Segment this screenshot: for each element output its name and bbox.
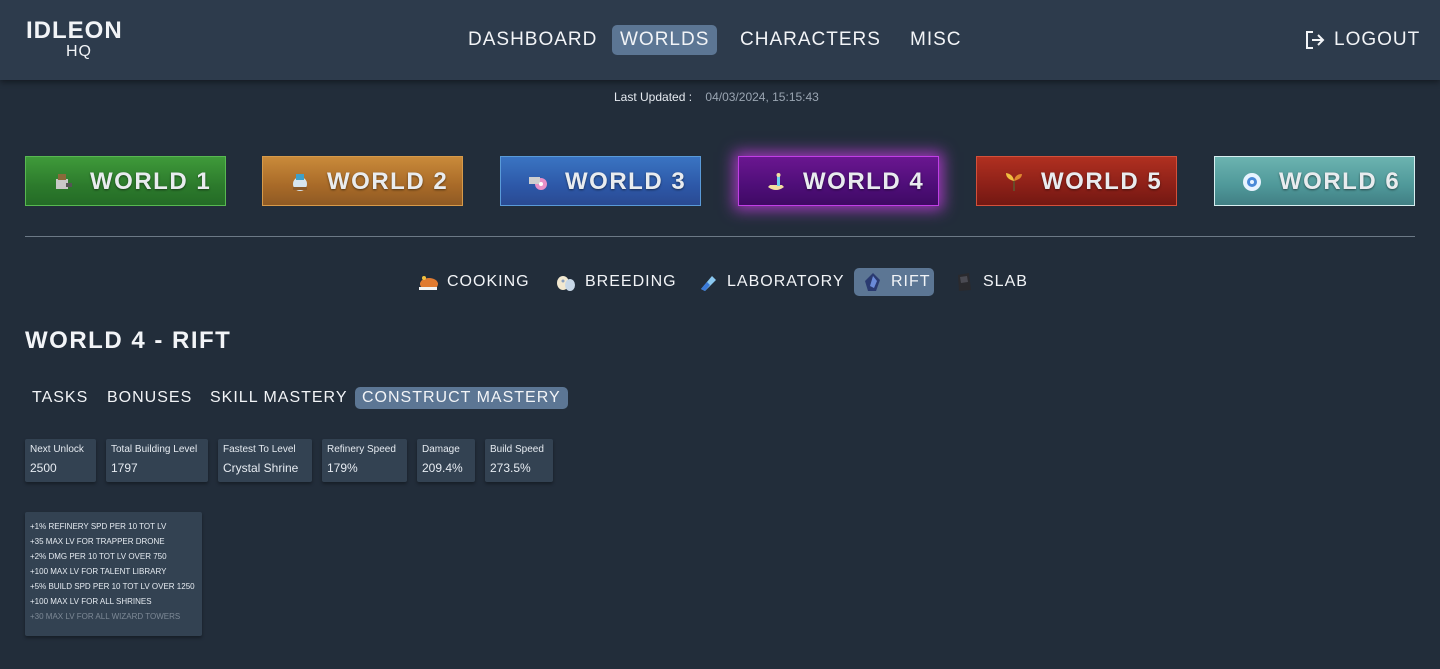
stat-value: 273.5% <box>490 461 531 475</box>
bonus-item: +100 MAX LV FOR ALL SHRINES <box>30 597 152 606</box>
stat-value: 2500 <box>30 461 57 475</box>
world-1-button[interactable]: WORLD 1 <box>25 156 226 206</box>
subnav-slab[interactable]: SLAB <box>953 268 1028 296</box>
app-logo[interactable]: IDLEON HQ <box>26 18 126 61</box>
bonus-item-locked: +30 MAX LV FOR ALL WIZARD TOWERS <box>30 612 181 621</box>
stat-value: Crystal Shrine <box>223 461 299 475</box>
tab-skill-mastery[interactable]: SKILL MASTERY <box>203 387 355 409</box>
world-6-button[interactable]: WORLD 6 <box>1214 156 1415 206</box>
egg-icon <box>557 276 575 291</box>
subnav-laboratory[interactable]: LABORATORY <box>697 268 844 296</box>
stat-card-refinery-speed: Refinery Speed 179% <box>322 439 407 482</box>
page-title: WORLD 4 - RIFT <box>25 327 232 354</box>
nav-misc[interactable]: MISC <box>902 25 970 55</box>
bonus-item: +1% REFINERY SPD PER 10 TOT LV <box>30 522 167 531</box>
world-2-label: WORLD 2 <box>327 168 449 195</box>
last-updated-value: 04/03/2024, 15:15:43 <box>705 90 819 104</box>
rift-icon <box>865 273 880 291</box>
stat-card-fastest-to-level: Fastest To Level Crystal Shrine <box>218 439 312 482</box>
world-6-icon <box>1243 173 1261 191</box>
bonus-item: +100 MAX LV FOR TALENT LIBRARY <box>30 567 167 576</box>
tab-tasks[interactable]: TASKS <box>25 387 95 409</box>
bonus-item: +2% DMG PER 10 TOT LV OVER 750 <box>30 552 167 561</box>
subnav-laboratory-label: LABORATORY <box>727 273 845 290</box>
construct-mastery-bonuses: +1% REFINERY SPD PER 10 TOT LV +35 MAX L… <box>25 512 202 636</box>
stat-card-build-speed: Build Speed 273.5% <box>485 439 553 482</box>
last-updated: Last Updated : 04/03/2024, 15:15:43 <box>614 90 819 104</box>
logo-subtitle: HQ <box>66 43 92 60</box>
world-2-button[interactable]: WORLD 2 <box>262 156 463 206</box>
stat-value: 1797 <box>111 461 138 475</box>
nav-characters[interactable]: CHARACTERS <box>732 25 889 55</box>
world-3-button[interactable]: WORLD 3 <box>500 156 701 206</box>
last-updated-label: Last Updated : <box>614 90 693 104</box>
stat-card-total-building-level: Total Building Level 1797 <box>106 439 208 482</box>
world-2-icon <box>293 174 307 191</box>
cooking-icon <box>419 276 438 290</box>
vial-icon <box>701 276 716 291</box>
stat-value: 179% <box>327 461 358 475</box>
subnav-breeding-label: BREEDING <box>585 273 677 290</box>
nav-dashboard[interactable]: DASHBOARD <box>460 25 605 55</box>
world-4-button[interactable]: WORLD 4 <box>738 156 939 206</box>
top-app-bar: IDLEON HQ DASHBOARD WORLDS CHARACTERS MI… <box>0 0 1440 80</box>
world-6-label: WORLD 6 <box>1279 168 1401 195</box>
slab-icon <box>958 273 971 291</box>
world-5-button[interactable]: WORLD 5 <box>976 156 1177 206</box>
stat-label: Total Building Level <box>111 444 198 455</box>
logout-label: LOGOUT <box>1334 29 1421 50</box>
stat-card-damage: Damage 209.4% <box>417 439 475 482</box>
subnav-cooking-label: COOKING <box>447 273 530 290</box>
tab-bonuses[interactable]: BONUSES <box>100 387 199 409</box>
world-1-label: WORLD 1 <box>90 168 212 195</box>
stat-label: Next Unlock <box>30 444 84 455</box>
logo-title: IDLEON <box>26 17 123 44</box>
stat-label: Damage <box>422 444 460 455</box>
subnav-cooking[interactable]: COOKING <box>417 268 529 296</box>
world-4-label: WORLD 4 <box>803 168 925 195</box>
world-3-icon <box>529 177 547 190</box>
subnav-slab-label: SLAB <box>983 273 1028 290</box>
subnav-rift-label: RIFT <box>891 273 931 290</box>
subnav-breeding[interactable]: BREEDING <box>555 268 676 296</box>
logout-icon <box>1306 31 1325 49</box>
nav-worlds[interactable]: WORLDS <box>612 25 718 55</box>
bonus-item: +35 MAX LV FOR TRAPPER DRONE <box>30 537 165 546</box>
section-divider <box>25 236 1415 237</box>
stat-label: Build Speed <box>490 444 544 455</box>
world-3-label: WORLD 3 <box>565 168 687 195</box>
bonus-item: +5% BUILD SPD PER 10 TOT LV OVER 1250 <box>30 582 195 591</box>
world-4-icon <box>768 173 784 190</box>
stat-label: Fastest To Level <box>223 444 296 455</box>
world-1-icon <box>56 174 72 189</box>
world-5-icon <box>1006 173 1022 191</box>
subnav-rift[interactable]: RIFT <box>854 268 934 296</box>
tab-construct-mastery[interactable]: CONSTRUCT MASTERY <box>355 387 568 409</box>
world-5-label: WORLD 5 <box>1041 168 1163 195</box>
stat-label: Refinery Speed <box>327 444 396 455</box>
stat-value: 209.4% <box>422 461 463 475</box>
stat-card-next-unlock: Next Unlock 2500 <box>25 439 96 482</box>
bonus-list: +1% REFINERY SPD PER 10 TOT LV +35 MAX L… <box>30 519 195 624</box>
